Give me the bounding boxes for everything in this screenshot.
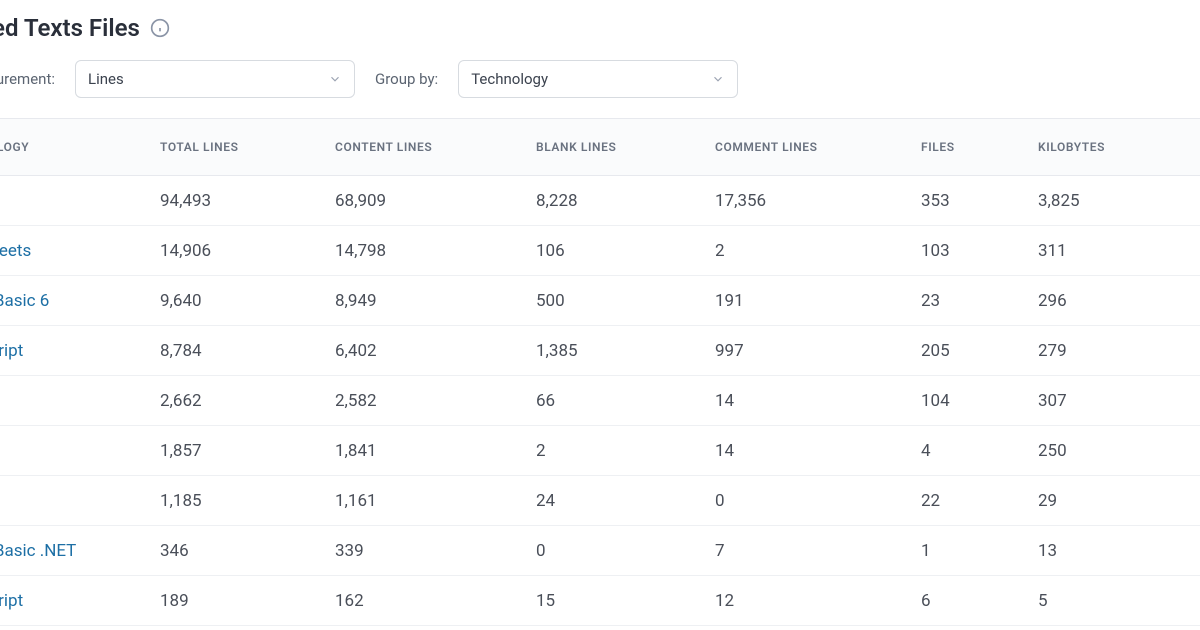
table-row: ML1,8571,8412144250 <box>0 426 1200 476</box>
table-row: tylesheets14,90614,7981062103311 <box>0 226 1200 276</box>
technology-link[interactable]: tylesheets <box>0 241 156 261</box>
cell-content: 6,402 <box>331 341 532 361</box>
table-header: ECHNOLOGY TOTAL LINES CONTENT LINES BLAN… <box>0 119 1200 176</box>
cell-blank: 0 <box>532 541 711 561</box>
cell-total: 346 <box>156 541 331 561</box>
cell-kb: 250 <box>1034 441 1150 461</box>
cell-files: 23 <box>917 291 1034 311</box>
chevron-down-icon <box>711 72 725 86</box>
technology-link[interactable]: ML <box>0 441 156 461</box>
cell-kb: 311 <box>1034 241 1150 261</box>
cell-kb: 296 <box>1034 291 1150 311</box>
col-files[interactable]: FILES <box>917 140 1034 154</box>
technology-link[interactable]: SON <box>0 491 156 511</box>
cell-content: 14,798 <box>331 241 532 261</box>
col-content-lines[interactable]: CONTENT LINES <box>331 140 532 154</box>
cell-kb: 29 <box>1034 491 1150 511</box>
table-row: isual Basic .NET34633907113 <box>0 526 1200 576</box>
cell-comment: 997 <box>711 341 917 361</box>
technology-link[interactable]: isual Basic .NET <box>0 541 156 561</box>
cell-content: 339 <box>331 541 532 561</box>
cell-total: 189 <box>156 591 331 611</box>
cell-comment: 191 <box>711 291 917 311</box>
page-title: ntified Texts Files <box>0 14 140 42</box>
col-technology[interactable]: ECHNOLOGY <box>0 140 156 154</box>
cell-blank: 2 <box>532 441 711 461</box>
cell-comment: 14 <box>711 391 917 411</box>
col-blank-lines[interactable]: BLANK LINES <box>532 140 711 154</box>
col-total-lines[interactable]: TOTAL LINES <box>156 140 331 154</box>
cell-total: 1,857 <box>156 441 331 461</box>
cell-total: 2,662 <box>156 391 331 411</box>
measurement-label: f Measurement: <box>0 70 55 88</box>
groupby-label: Group by: <box>375 70 438 88</box>
col-comment-lines[interactable]: COMMENT LINES <box>711 140 917 154</box>
info-icon[interactable] <box>150 18 170 38</box>
cell-content: 1,841 <box>331 441 532 461</box>
data-table: ECHNOLOGY TOTAL LINES CONTENT LINES BLAN… <box>0 118 1200 626</box>
table-row: TML2,6622,5826614104307 <box>0 376 1200 426</box>
table-row: ypescript8,7846,4021,385997205279 <box>0 326 1200 376</box>
chevron-down-icon <box>328 72 342 86</box>
cell-comment: 12 <box>711 591 917 611</box>
table-row: avascript189162151265 <box>0 576 1200 626</box>
technology-link[interactable]: avascript <box>0 591 156 611</box>
cell-content: 68,909 <box>331 191 532 211</box>
cell-blank: 8,228 <box>532 191 711 211</box>
cell-kb: 3,825 <box>1034 191 1150 211</box>
cell-content: 8,949 <box>331 291 532 311</box>
cell-files: 6 <box>917 591 1034 611</box>
cell-kb: 5 <box>1034 591 1150 611</box>
table-row: Sharp94,49368,9098,22817,3563533,825 <box>0 176 1200 226</box>
cell-kb: 279 <box>1034 341 1150 361</box>
cell-files: 104 <box>917 391 1034 411</box>
measurement-value: Lines <box>88 70 124 88</box>
groupby-value: Technology <box>471 70 548 88</box>
technology-link[interactable]: TML <box>0 391 156 411</box>
col-kilobytes[interactable]: KILOBYTES <box>1034 140 1150 154</box>
cell-blank: 500 <box>532 291 711 311</box>
cell-blank: 106 <box>532 241 711 261</box>
cell-comment: 17,356 <box>711 191 917 211</box>
cell-files: 103 <box>917 241 1034 261</box>
table-row: SON1,1851,1612402229 <box>0 476 1200 526</box>
cell-content: 162 <box>331 591 532 611</box>
technology-link[interactable]: Sharp <box>0 191 156 211</box>
technology-link[interactable]: isual Basic 6 <box>0 291 156 311</box>
groupby-select[interactable]: Technology <box>458 60 738 98</box>
cell-content: 1,161 <box>331 491 532 511</box>
cell-files: 353 <box>917 191 1034 211</box>
cell-blank: 15 <box>532 591 711 611</box>
cell-files: 4 <box>917 441 1034 461</box>
cell-total: 1,185 <box>156 491 331 511</box>
cell-total: 14,906 <box>156 241 331 261</box>
cell-files: 205 <box>917 341 1034 361</box>
cell-blank: 24 <box>532 491 711 511</box>
cell-comment: 2 <box>711 241 917 261</box>
table-row: isual Basic 69,6408,94950019123296 <box>0 276 1200 326</box>
cell-content: 2,582 <box>331 391 532 411</box>
cell-blank: 1,385 <box>532 341 711 361</box>
cell-blank: 66 <box>532 391 711 411</box>
cell-total: 94,493 <box>156 191 331 211</box>
technology-link[interactable]: ypescript <box>0 341 156 361</box>
cell-kb: 13 <box>1034 541 1150 561</box>
cell-total: 9,640 <box>156 291 331 311</box>
cell-comment: 0 <box>711 491 917 511</box>
cell-files: 1 <box>917 541 1034 561</box>
measurement-select[interactable]: Lines <box>75 60 355 98</box>
cell-total: 8,784 <box>156 341 331 361</box>
cell-kb: 307 <box>1034 391 1150 411</box>
cell-comment: 14 <box>711 441 917 461</box>
cell-comment: 7 <box>711 541 917 561</box>
cell-files: 22 <box>917 491 1034 511</box>
